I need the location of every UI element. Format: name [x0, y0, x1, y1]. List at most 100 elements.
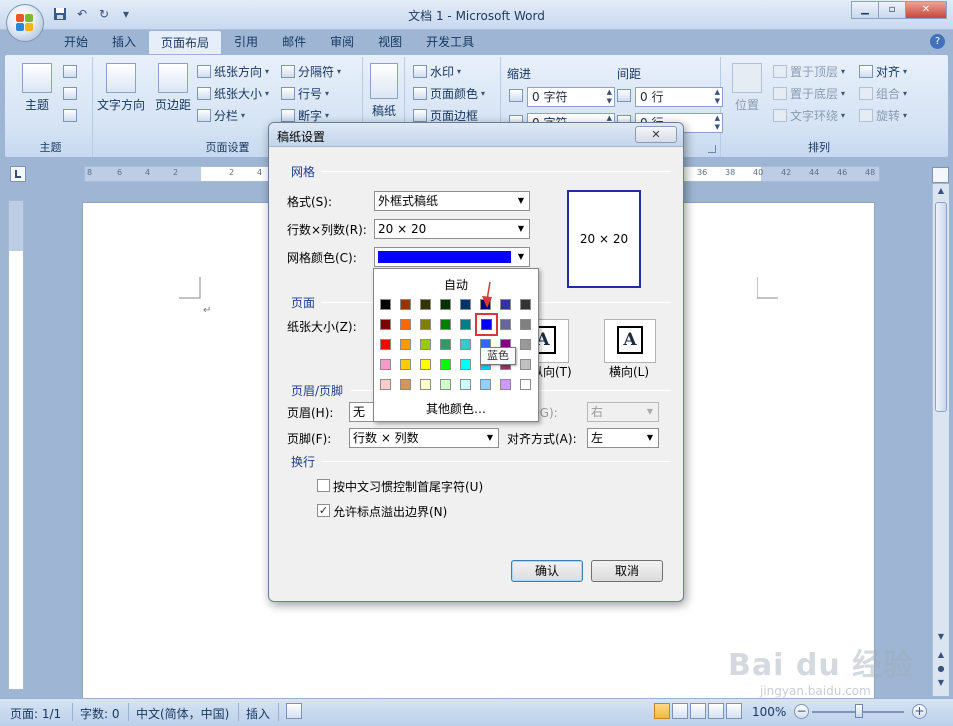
color-swatch[interactable]: [380, 339, 391, 350]
status-insert-mode[interactable]: 插入: [246, 705, 270, 722]
margins-button[interactable]: 页边距: [151, 63, 195, 113]
dialog-title-bar[interactable]: 稿纸设置 ✕: [269, 123, 683, 147]
tab-mailings[interactable]: 邮件: [270, 30, 318, 54]
text-direction-button[interactable]: 文字方向: [95, 63, 147, 113]
minimize-button[interactable]: ▁: [851, 1, 879, 19]
dropdown-arrow-icon[interactable]: ▼: [482, 429, 498, 447]
full-screen-reading-view-icon[interactable]: [672, 703, 688, 719]
dropdown-arrow-icon[interactable]: ▼: [642, 429, 658, 447]
color-swatch[interactable]: [380, 379, 391, 390]
header-align-select[interactable]: 右 ▼: [587, 402, 659, 422]
view-ruler-toggle-icon[interactable]: [932, 167, 949, 183]
theme-button[interactable]: 主题: [15, 63, 59, 113]
vertical-scrollbar[interactable]: ▲ ▼ ▲ ● ▼: [932, 184, 949, 696]
color-swatch[interactable]: [460, 319, 471, 330]
status-language[interactable]: 中文(简体，中国): [136, 705, 229, 722]
spacing-before-spinner[interactable]: 0 行 ▲ ▼: [635, 87, 723, 107]
tab-home[interactable]: 开始: [52, 30, 100, 54]
color-swatch[interactable]: [440, 299, 451, 310]
header-select[interactable]: 无: [349, 402, 375, 422]
chinese-rules-label[interactable]: 按中文习惯控制首尾字符(U): [333, 478, 483, 495]
paragraph-launcher-icon[interactable]: [708, 145, 716, 153]
grid-color-select[interactable]: ▼: [374, 247, 530, 267]
tab-developer[interactable]: 开发工具: [414, 30, 486, 54]
color-swatch[interactable]: [420, 319, 431, 330]
zoom-slider-thumb[interactable]: [855, 704, 863, 718]
separator-button[interactable]: 分隔符 ▾: [281, 63, 341, 80]
spinner-arrows-icon[interactable]: ▲▼: [607, 88, 612, 106]
send-to-back-button[interactable]: 置于底层 ▾: [773, 85, 845, 102]
watermark-button[interactable]: 水印 ▾: [413, 63, 461, 80]
tab-review[interactable]: 审阅: [318, 30, 366, 54]
color-swatch[interactable]: [520, 299, 531, 310]
outline-view-icon[interactable]: [708, 703, 724, 719]
landscape-label[interactable]: 横向(L): [609, 363, 649, 380]
color-swatch[interactable]: [400, 299, 411, 310]
tab-page-layout[interactable]: 页面布局: [148, 30, 223, 54]
bring-to-front-button[interactable]: 置于顶层 ▾: [773, 63, 845, 80]
auto-color-option[interactable]: 自动: [374, 276, 538, 293]
zoom-level[interactable]: 100%: [752, 705, 786, 719]
tab-stop-selector[interactable]: [10, 166, 26, 182]
scrollbar-thumb[interactable]: [935, 202, 947, 412]
paper-direction-button[interactable]: 纸张方向 ▾: [197, 63, 269, 80]
color-swatch[interactable]: [520, 319, 531, 330]
color-swatch[interactable]: [400, 319, 411, 330]
theme-fonts-icon[interactable]: [63, 87, 77, 100]
footer-align-select[interactable]: 左 ▼: [587, 428, 659, 448]
text-wrap-button[interactable]: 文字环绕 ▾: [773, 107, 845, 124]
color-swatch[interactable]: [460, 359, 471, 370]
indent-left-spinner[interactable]: 0 字符 ▲ ▼: [527, 87, 615, 107]
page-color-button[interactable]: 页面颜色 ▾: [413, 85, 485, 102]
columns-button[interactable]: 分栏 ▾: [197, 107, 245, 124]
color-swatch[interactable]: [480, 379, 491, 390]
cancel-button[interactable]: 取消: [591, 560, 663, 582]
color-swatch[interactable]: [420, 379, 431, 390]
color-swatch[interactable]: [400, 379, 411, 390]
chinese-rules-checkbox[interactable]: [317, 479, 330, 492]
more-colors-option[interactable]: 其他颜色…: [374, 400, 538, 417]
vertical-ruler[interactable]: [8, 200, 24, 690]
status-page[interactable]: 页面: 1/1: [10, 705, 61, 722]
color-swatch[interactable]: [380, 319, 391, 330]
color-swatch[interactable]: [500, 379, 511, 390]
color-swatch[interactable]: [500, 299, 511, 310]
color-swatch[interactable]: [420, 359, 431, 370]
zoom-in-icon[interactable]: +: [912, 704, 927, 719]
rows-cols-select[interactable]: 20 × 20 ▼: [374, 219, 530, 239]
spinner-arrows-icon[interactable]: ▲▼: [715, 114, 720, 132]
zoom-out-icon[interactable]: −: [794, 704, 809, 719]
tab-insert[interactable]: 插入: [100, 30, 148, 54]
dropdown-arrow-icon[interactable]: ▼: [513, 192, 529, 210]
line-numbers-button[interactable]: 行号 ▾: [281, 85, 329, 102]
print-layout-view-icon[interactable]: [654, 703, 670, 719]
format-select[interactable]: 外框式稿纸 ▼: [374, 191, 530, 211]
color-swatch[interactable]: [460, 339, 471, 350]
tab-references[interactable]: 引用: [222, 30, 270, 54]
color-swatch[interactable]: [500, 319, 511, 330]
landscape-option[interactable]: A: [604, 319, 656, 363]
color-swatch[interactable]: [380, 299, 391, 310]
align-button[interactable]: 对齐 ▾: [859, 63, 907, 80]
color-swatch[interactable]: [420, 299, 431, 310]
ok-button[interactable]: 确认: [511, 560, 583, 582]
browse-object-icon[interactable]: ●: [935, 664, 947, 676]
paper-size-button[interactable]: 纸张大小 ▾: [197, 85, 269, 102]
selected-swatch-blue[interactable]: [475, 313, 498, 336]
color-swatch[interactable]: [400, 339, 411, 350]
tab-view[interactable]: 视图: [366, 30, 414, 54]
color-swatch[interactable]: [440, 319, 451, 330]
dropdown-arrow-icon[interactable]: ▼: [513, 248, 529, 266]
dialog-close-button[interactable]: ✕: [635, 126, 677, 143]
help-icon[interactable]: ?: [930, 34, 945, 49]
color-swatch[interactable]: [420, 339, 431, 350]
next-page-icon[interactable]: ▼: [935, 678, 947, 690]
scroll-down-icon[interactable]: ▼: [935, 632, 947, 644]
color-swatch[interactable]: [440, 359, 451, 370]
dropdown-arrow-icon[interactable]: ▼: [513, 220, 529, 238]
restore-button[interactable]: ▫: [878, 1, 906, 19]
footer-select[interactable]: 行数 × 列数 ▼: [349, 428, 499, 448]
punct-overflow-label[interactable]: 允许标点溢出边界(N): [333, 503, 447, 520]
status-words[interactable]: 字数: 0: [80, 705, 120, 722]
color-swatch[interactable]: [460, 379, 471, 390]
